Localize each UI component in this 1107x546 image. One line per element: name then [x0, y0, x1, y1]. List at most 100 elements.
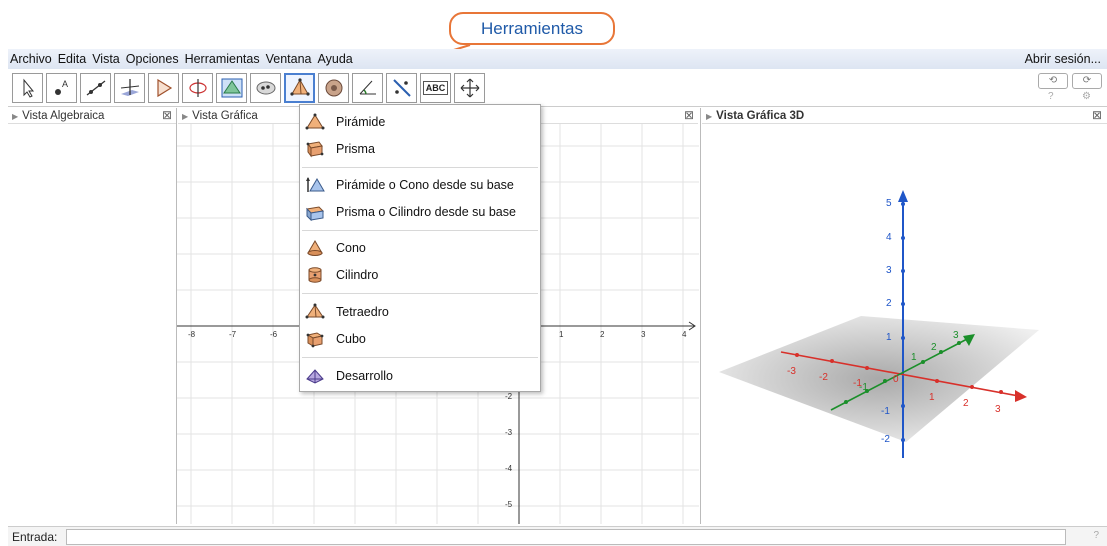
x-tick-label: -8 — [188, 330, 196, 339]
xy-plane — [719, 316, 1039, 442]
line-tool-button[interactable] — [80, 73, 111, 103]
menu-separator — [302, 167, 538, 168]
extrude-prism-icon — [304, 202, 326, 222]
point-icon: A — [54, 79, 68, 95]
point-tool-button[interactable]: A — [46, 73, 77, 103]
text-tool-button[interactable]: ABC — [420, 73, 451, 103]
menu-herramientas[interactable]: Herramientas — [183, 52, 262, 66]
menu-vista[interactable]: Vista — [90, 52, 122, 66]
net-icon — [304, 366, 326, 386]
menu-item-desarrollo[interactable]: Desarrollo — [300, 364, 540, 388]
z-tick-label: 3 — [886, 265, 892, 276]
menu-item-label: Cono — [336, 241, 366, 255]
move-view-icon — [460, 78, 479, 98]
collapse-triangle-icon[interactable]: ▶ — [12, 112, 18, 121]
menu-item-label: Tetraedro — [336, 305, 389, 319]
plane-tool-button[interactable] — [216, 73, 247, 103]
view-tool-button[interactable] — [454, 73, 485, 103]
reflect-icon — [392, 79, 411, 97]
menu-item-label: Cubo — [336, 332, 366, 346]
menu-archivo[interactable]: Archivo — [8, 52, 54, 66]
pyramid-tool-button[interactable] — [284, 73, 315, 103]
x-tick-label: 1 — [559, 330, 564, 339]
menu-opciones[interactable]: Opciones — [124, 52, 181, 66]
text-tool-label: ABC — [422, 81, 449, 95]
polygon-tool-button[interactable] — [148, 73, 179, 103]
y-tick-label: -1 — [859, 382, 868, 393]
menu-item-cilindro[interactable]: Cilindro — [300, 263, 540, 287]
y-tick-label: -2 — [505, 392, 513, 401]
x-tick-label: 2 — [963, 398, 969, 409]
x-tick-label: 3 — [641, 330, 646, 339]
z-tick-label: 4 — [886, 232, 892, 243]
menu-item-prisma[interactable]: Prisma — [300, 137, 540, 161]
z-tick-label: 1 — [886, 332, 892, 343]
algebra-view-title: Vista Algebraica — [22, 110, 105, 122]
signin-link[interactable]: Abrir sesión... — [1023, 52, 1103, 66]
pyramid-icon — [289, 78, 310, 96]
y-tick-label: 2 — [931, 342, 937, 353]
help-icon[interactable]: ? — [1048, 91, 1054, 102]
z-tick-label: -1 — [881, 406, 890, 417]
menu-item-piramide[interactable]: Pirámide — [300, 110, 540, 134]
input-field[interactable] — [66, 529, 1066, 545]
angle-icon — [359, 80, 376, 95]
cylinder-icon — [304, 265, 326, 285]
menu-separator — [302, 230, 538, 231]
x-tick-label: 2 — [600, 330, 605, 339]
menu-item-label: Pirámide o Cono desde su base — [336, 178, 514, 192]
menu-separator — [302, 293, 538, 294]
close-algebra-icon[interactable]: ⊠ — [162, 108, 172, 122]
menu-item-cubo[interactable]: Cubo — [300, 327, 540, 351]
gear-icon[interactable]: ⚙ — [1082, 91, 1091, 102]
redo-button[interactable]: ⟳ — [1072, 73, 1102, 89]
cone-tool-button[interactable] — [318, 73, 349, 103]
undo-button[interactable]: ⟲ — [1038, 73, 1068, 89]
tetrahedron-icon — [304, 302, 326, 322]
menu-ayuda[interactable]: Ayuda — [316, 52, 355, 66]
collapse-triangle-icon[interactable]: ▶ — [182, 112, 188, 121]
menu-item-tetraedro[interactable]: Tetraedro — [300, 300, 540, 324]
menu-item-cono[interactable]: Cono — [300, 236, 540, 260]
z-tick-label: 2 — [886, 298, 892, 309]
x-tick-label: -7 — [229, 330, 237, 339]
menu-item-prisma-cilindro-base[interactable]: Prisma o Cilindro desde su base — [300, 200, 540, 224]
perpendicular-tool-button[interactable] — [114, 73, 145, 103]
pyramid-icon — [304, 112, 326, 132]
collapse-triangle-icon[interactable]: ▶ — [706, 112, 712, 121]
close-graphics-icon[interactable]: ⊠ — [684, 108, 694, 122]
perpendicular-icon — [120, 79, 139, 96]
menubar: Archivo Edita Vista Opciones Herramienta… — [8, 49, 1107, 69]
menu-item-label: Pirámide — [336, 115, 386, 129]
y-tick-label: 1 — [911, 352, 917, 363]
menu-item-label: Cilindro — [336, 268, 379, 282]
graphics-view-title: Vista Gráfica — [192, 110, 258, 122]
z-tick-label: 5 — [886, 198, 892, 209]
input-bar: Entrada: ? — [8, 526, 1107, 546]
angle-tool-button[interactable] — [352, 73, 383, 103]
menu-item-label: Prisma — [336, 142, 375, 156]
z-tick-label: -2 — [881, 434, 890, 445]
graphics3d-view-header[interactable]: ▶ Vista Gráfica 3D — [702, 108, 1107, 124]
x-tick-label: -3 — [787, 366, 796, 377]
close-graphics3d-icon[interactable]: ⊠ — [1092, 108, 1102, 122]
y-tick-label: -3 — [505, 428, 513, 437]
cursor-icon — [23, 78, 34, 98]
menu-edita[interactable]: Edita — [56, 52, 89, 66]
polygon-icon — [156, 78, 172, 98]
herramientas-callout: Herramientas — [449, 12, 615, 45]
cube-icon — [304, 329, 326, 349]
sphere-tool-button[interactable] — [250, 73, 281, 103]
reflect-tool-button[interactable] — [386, 73, 417, 103]
menu-item-label: Desarrollo — [336, 369, 393, 383]
input-help-icon[interactable]: ? — [1093, 530, 1099, 541]
graphics3d-view-canvas[interactable]: 5 4 3 2 1 -1 -2 -3 -2 -1 0 1 2 3 -1 1 2 … — [701, 124, 1107, 524]
algebra-view-header[interactable]: ▶ Vista Algebraica — [8, 108, 176, 124]
menu-item-label: Prisma o Cilindro desde su base — [336, 205, 516, 219]
x-tick-label: 0 — [893, 374, 899, 385]
menu-ventana[interactable]: Ventana — [264, 52, 314, 66]
menu-item-piramide-cono-base[interactable]: Pirámide o Cono desde su base — [300, 173, 540, 197]
rotate-tool-button[interactable] — [182, 73, 213, 103]
move-tool-button[interactable] — [12, 73, 43, 103]
line-icon — [86, 80, 105, 96]
